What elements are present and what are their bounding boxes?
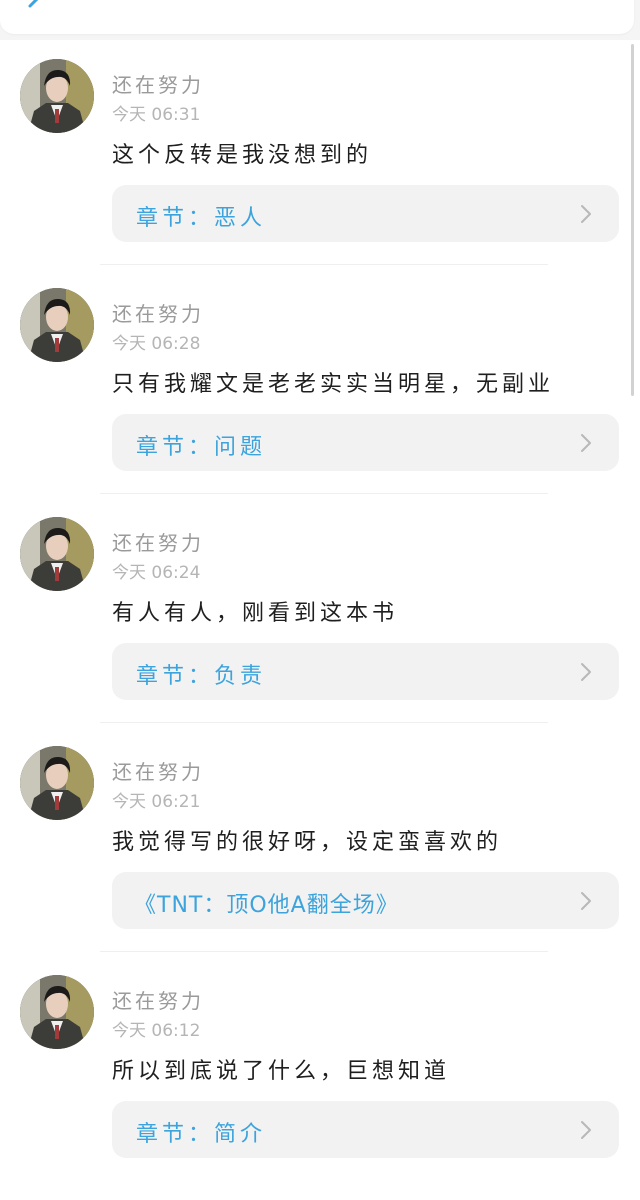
- top-bar: [0, 0, 640, 40]
- chevron-right-icon: [581, 892, 591, 910]
- username[interactable]: 还在努力: [112, 69, 204, 98]
- book-link-card[interactable]: 《TNT：顶O他A翻全场》: [112, 872, 619, 929]
- chapter-link-card[interactable]: 章节：负责: [112, 643, 619, 700]
- chapter-link-label: 章节：负责: [136, 664, 267, 689]
- username[interactable]: 还在努力: [112, 756, 204, 785]
- comment-feed: 还在努力 今天 06:31 这个反转是我没想到的 章节：恶人 还在努力 今天 0…: [0, 55, 640, 1200]
- comment-item: 还在努力 今天 06:21 我觉得写的很好呀，设定蛮喜欢的 《TNT：顶O他A翻…: [0, 742, 640, 971]
- comment-text: 所以到底说了什么，巨想知道: [112, 1059, 451, 1084]
- username[interactable]: 还在努力: [112, 527, 204, 556]
- timestamp: 今天 06:28: [112, 334, 201, 354]
- chevron-right-icon: [581, 434, 591, 452]
- chapter-link-label: 章节：恶人: [136, 206, 267, 231]
- timestamp: 今天 06:24: [112, 563, 201, 583]
- chapter-link-label: 章节：问题: [136, 435, 267, 460]
- divider: [100, 493, 548, 494]
- comment-item: 还在努力 今天 06:28 只有我耀文是老老实实当明星，无副业 章节：问题: [0, 284, 640, 513]
- username[interactable]: 还在努力: [112, 985, 204, 1014]
- divider: [100, 264, 548, 265]
- chapter-link-card[interactable]: 章节：简介: [112, 1101, 619, 1158]
- chevron-right-icon: [581, 1121, 591, 1139]
- avatar[interactable]: [20, 59, 94, 133]
- comment-text: 我觉得写的很好呀，设定蛮喜欢的: [112, 830, 503, 855]
- comment-item: 还在努力 今天 06:31 这个反转是我没想到的 章节：恶人: [0, 55, 640, 284]
- avatar[interactable]: [20, 288, 94, 362]
- timestamp: 今天 06:21: [112, 792, 201, 812]
- timestamp: 今天 06:31: [112, 105, 201, 125]
- timestamp: 今天 06:12: [112, 1021, 201, 1041]
- chapter-link-label: 章节：简介: [136, 1122, 267, 1147]
- avatar[interactable]: [20, 746, 94, 820]
- chevron-right-icon: [581, 205, 591, 223]
- divider: [100, 951, 548, 952]
- comment-item: 还在努力 今天 06:24 有人有人，刚看到这本书 章节：负责: [0, 513, 640, 742]
- divider: [100, 722, 548, 723]
- avatar[interactable]: [20, 517, 94, 591]
- top-bar-panel: [0, 0, 634, 34]
- chapter-link-card[interactable]: 章节：问题: [112, 414, 619, 471]
- chevron-right-icon: [581, 663, 591, 681]
- comment-item: 还在努力 今天 06:12 所以到底说了什么，巨想知道 章节：简介: [0, 971, 640, 1200]
- comment-text: 这个反转是我没想到的: [112, 143, 373, 168]
- comment-text: 只有我耀文是老老实实当明星，无副业: [112, 372, 555, 397]
- username[interactable]: 还在努力: [112, 298, 204, 327]
- chapter-link-card[interactable]: 章节：恶人: [112, 185, 619, 242]
- comment-text: 有人有人，刚看到这本书: [112, 601, 399, 626]
- back-button[interactable]: [20, 0, 50, 20]
- back-chevron-icon: [28, 0, 39, 8]
- avatar[interactable]: [20, 975, 94, 1049]
- book-link-label: 《TNT：顶O他A翻全场》: [134, 893, 399, 918]
